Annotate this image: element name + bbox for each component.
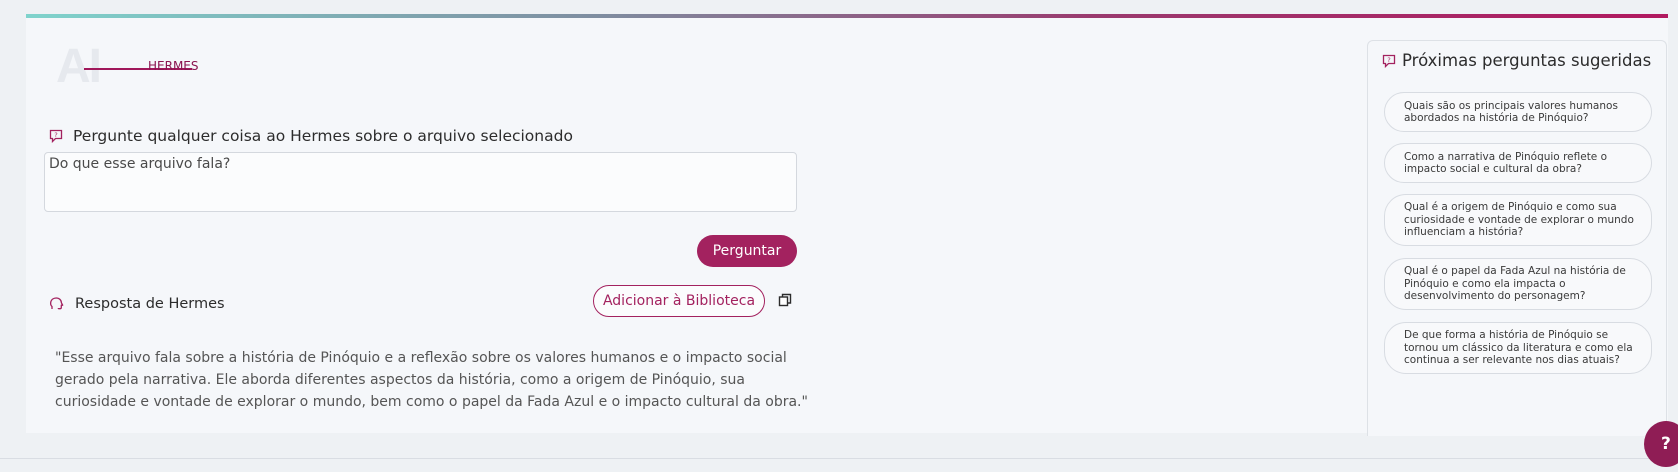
question-input[interactable]: Do que esse arquivo fala? bbox=[44, 152, 797, 212]
suggestion-item[interactable]: Como a narrativa de Pinóquio reflete o i… bbox=[1384, 143, 1652, 183]
suggestion-item[interactable]: Qual é o papel da Fada Azul na história … bbox=[1384, 258, 1652, 310]
answer-text: "Esse arquivo fala sobre a história de P… bbox=[55, 350, 808, 410]
help-button[interactable]: ? bbox=[1644, 421, 1678, 467]
suggestion-item[interactable]: Qual é a origem de Pinóquio e como sua c… bbox=[1384, 194, 1652, 246]
svg-text:?: ? bbox=[1387, 56, 1390, 64]
answer-heading: Resposta de Hermes bbox=[49, 296, 225, 312]
suggestion-label: Quais são os principais valores humanos … bbox=[1404, 99, 1618, 125]
ask-heading-text: Pergunte qualquer coisa ao Hermes sobre … bbox=[73, 127, 573, 145]
answer-heading-text: Resposta de Hermes bbox=[75, 296, 225, 312]
suggestion-label: De que forma a história de Pinóquio se t… bbox=[1404, 329, 1633, 367]
footer-divider bbox=[0, 458, 1678, 459]
add-to-library-button[interactable]: Adicionar à Biblioteca bbox=[593, 285, 765, 317]
ask-heading: ? Pergunte qualquer coisa ao Hermes sobr… bbox=[49, 127, 573, 145]
ask-button[interactable]: Perguntar bbox=[697, 235, 797, 267]
suggestion-item[interactable]: De que forma a história de Pinóquio se t… bbox=[1384, 322, 1652, 374]
svg-text:?: ? bbox=[54, 131, 57, 139]
suggestion-item[interactable]: Quais são os principais valores humanos … bbox=[1384, 92, 1652, 132]
suggestions-panel: ? Próximas perguntas sugeridas Quais são… bbox=[1367, 40, 1667, 436]
hermes-logo: AI HERMES bbox=[56, 42, 206, 92]
suggestion-label: Como a narrativa de Pinóquio reflete o i… bbox=[1404, 150, 1608, 176]
copy-icon[interactable] bbox=[777, 292, 793, 308]
suggestion-label: Qual é a origem de Pinóquio e como sua c… bbox=[1404, 201, 1634, 239]
suggestion-label: Qual é o papel da Fada Azul na história … bbox=[1404, 265, 1626, 303]
question-chat-icon: ? bbox=[1382, 54, 1396, 68]
suggestions-heading-text: Próximas perguntas sugeridas bbox=[1402, 51, 1652, 70]
suggestions-heading: ? Próximas perguntas sugeridas bbox=[1382, 51, 1651, 70]
question-chat-icon: ? bbox=[49, 129, 63, 143]
speech-head-icon bbox=[49, 296, 65, 312]
logo-ai-mark: AI bbox=[56, 40, 102, 93]
logo-label: HERMES bbox=[148, 59, 199, 73]
